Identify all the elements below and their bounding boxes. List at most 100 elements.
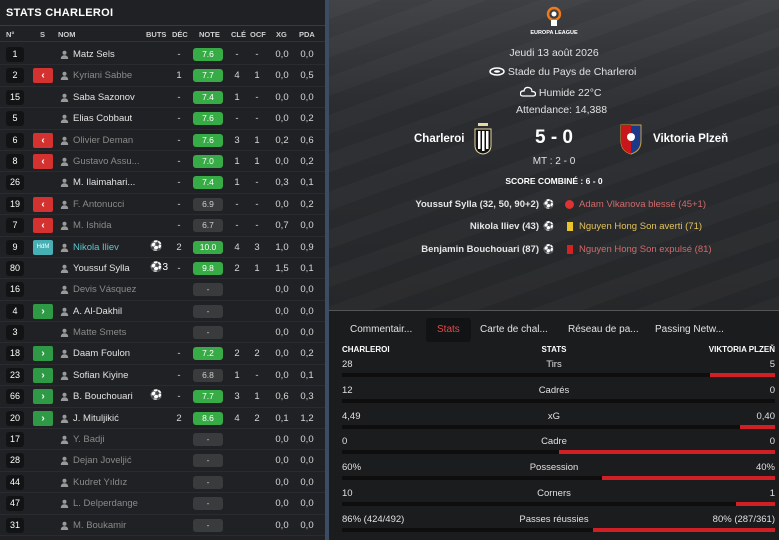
col-nom[interactable]: NOM [58,30,76,39]
table-row[interactable]: 44 Kudret Yıldız - 0,0 0,0 [0,472,325,494]
table-row[interactable]: 28 Dejan Joveljić - 0,0 0,0 [0,450,325,472]
table-row[interactable]: 2 ‹ Kyriani Sabbe 1 7.7 4 1 0,0 0,5 [0,65,325,87]
assists-value: - [177,262,181,274]
table-row[interactable]: 16 Devis Vásquez - 0,0 0,0 [0,279,325,301]
player-name[interactable]: L. Delperdange [73,498,143,509]
key-passes-value: 3 [234,391,240,403]
table-row[interactable]: 9 HdM Nikola Iliev ⚽ 2 10.0 4 3 1,0 0,9 [0,237,325,258]
stadium-line: Stade du Pays de Charleroi [489,66,636,78]
player-name[interactable]: Olivier Deman [73,135,143,146]
player-name[interactable]: Elias Cobbaut [73,113,143,124]
tab-reseau-de-passes[interactable]: Réseau de pa... [568,318,639,342]
person-icon [60,349,69,359]
player-name[interactable]: Matz Sels [73,49,143,60]
player-name[interactable]: Matte Smets [73,327,143,338]
table-row[interactable]: 80 Youssuf Sylla ⚽3-9.8 2 1 1,5 0,1 [0,258,325,280]
table-row[interactable]: 4 › A. Al-Dakhil - 0,0 0,0 [0,301,325,323]
table-row[interactable]: 3 Matte Smets - 0,0 0,0 [0,322,325,344]
key-passes-value: 2 [234,348,240,360]
key-passes-value: 1 [234,155,240,167]
col-note[interactable]: NOTE [199,30,220,39]
player-name[interactable]: Sofian Kiyine [73,370,143,381]
shirt-number: 5 [6,111,24,127]
table-row[interactable]: 20 › J. Mituljikić 2 8.6 4 2 0,1 1,2 [0,408,325,430]
table-row[interactable]: 47 L. Delperdange - 0,0 0,0 [0,493,325,515]
sub-out-icon: ‹ [33,218,53,234]
col-ocf[interactable]: OCF [250,30,266,39]
stat-label: Corners [537,487,571,499]
player-name[interactable]: Dejan Joveljić [73,455,143,466]
xg-value: 0,0 [275,455,289,467]
sub-out-icon: ‹ [33,153,53,169]
table-row[interactable]: 31 M. Boukamir - 0,0 0,0 [0,515,325,536]
player-name[interactable]: Y. Badji [73,434,143,445]
col-pda[interactable]: PDA [299,30,315,39]
table-row[interactable]: 6 ‹ Olivier Deman -7.6 3 1 0,2 0,6 [0,130,325,151]
tab-carte-de-chaleur[interactable]: Carte de chal... [480,318,548,342]
away-team-name[interactable]: Viktoria Plzeň [653,133,728,145]
player-name[interactable]: Youssuf Sylla [73,263,143,274]
player-name[interactable]: A. Al-Dakhil [73,306,143,317]
table-row[interactable]: 5 Elias Cobbaut -7.6- -0,0 0,2 [0,108,325,130]
xg-value: 0,7 [275,220,289,232]
player-name[interactable]: Daam Foulon [73,348,143,359]
player-name[interactable]: M. Boukamir [73,520,143,531]
rating-badge: 6.9 [193,197,223,211]
person-icon [60,392,69,402]
yellow-card-icon [567,222,573,231]
xg-value: 0,0 [275,498,289,510]
match-tabs: Commentair... Stats Carte de chal... Rés… [329,318,779,344]
table-row[interactable]: 1 Matz Sels - 7.6 - - 0,0 0,0 [0,44,325,66]
sub-out-icon: ‹ [33,196,53,212]
assists-value: - [177,177,181,189]
player-name[interactable]: Kyriani Sabbe [73,70,143,81]
person-icon [60,221,69,231]
player-name[interactable]: M. Ilaimahari... [73,177,143,188]
table-row[interactable]: 18 › Daam Foulon -7.2 2 2 0,0 0,2 [0,343,325,365]
col-num[interactable]: N° [6,30,14,39]
rating-badge: 7.4 [193,176,223,190]
col-s[interactable]: S [40,30,45,39]
col-dec[interactable]: DÉC [172,30,188,39]
key-passes-value: 1 [234,177,240,189]
table-row[interactable]: 26 M. Ilaimahari... -7.4 1-0,3 0,1 [0,172,325,194]
team-stats: CHARLEROI STATS VIKTORIA PLZEŇ 28 Tirs 5 12… [329,343,779,537]
table-row[interactable]: 17 Y. Badji - 0,0 0,0 [0,429,325,451]
table-row[interactable]: 23 › Sofian Kiyine -6.8 1-0,0 0,1 [0,365,325,387]
player-name[interactable]: Gustavo Assu... [73,156,143,167]
table-row[interactable]: 7 ‹ M. Ishida -6.7- -0,7 0,0 [0,215,325,237]
player-name[interactable]: Saba Sazonov [73,92,143,103]
stat-label: Possession [529,462,579,474]
key-passes-value: 2 [234,262,240,274]
chances-value: - [255,220,259,232]
tab-passing-network[interactable]: Passing Netw... [655,318,724,342]
col-buts[interactable]: BUTS [146,30,166,39]
stat-row: 12 Cadrés 0 [329,382,779,408]
player-name[interactable]: F. Antonucci [73,199,143,210]
home-team-name[interactable]: Charleroi [414,133,465,145]
sub-out-icon: ‹ [33,132,53,148]
xg-value: 0,0 [275,348,289,360]
player-name[interactable]: J. Mituljikić [73,413,143,424]
player-name[interactable]: Kudret Yıldız [73,477,143,488]
viktoria-plzen-crest-icon[interactable] [619,123,643,155]
table-row[interactable]: 15 Saba Sazonov -7.4 1-0,0 0,0 [0,87,325,109]
stat-away-value: 0,40 [756,410,776,422]
player-name[interactable]: Nikola Iliev [73,242,143,253]
player-name[interactable]: B. Bouchouari [73,391,143,402]
pda-value: 0,0 [300,519,314,531]
tab-commentaire[interactable]: Commentair... [350,318,412,342]
shirt-number: 3 [6,325,24,341]
table-row[interactable]: 8 ‹ Gustavo Assu... -7.0 1 1 0,0 0,2 [0,151,325,173]
assists-value: - [177,91,181,103]
col-cle[interactable]: CLÉ [231,30,246,39]
player-name[interactable]: Devis Vásquez [73,284,143,295]
tab-stats[interactable]: Stats [426,318,471,342]
stat-bar-away-fill [740,424,775,429]
europa-league-logo [546,6,562,26]
col-xg[interactable]: XG [276,30,287,39]
player-name[interactable]: M. Ishida [73,220,143,231]
table-row[interactable]: 66 › B. Bouchouari ⚽ -7.7 3 1 0,6 0,3 [0,386,325,408]
charleroi-crest-icon[interactable] [474,123,492,155]
table-row[interactable]: 19 ‹ F. Antonucci -6.9- -0,0 0,2 [0,194,325,216]
